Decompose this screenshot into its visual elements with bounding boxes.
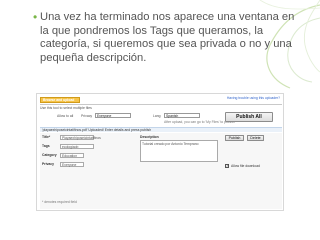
allow-all-label: Allow to all (57, 114, 74, 118)
required-field-note: * denotes required field (42, 200, 77, 204)
title-label: Title* (42, 135, 51, 139)
tags-input[interactable]: ecologiaob (60, 143, 94, 149)
dialog-header: Browse and upload files Having trouble u… (37, 94, 283, 108)
slide-body-text: Una vez ha terminado nos aparece una ven… (40, 11, 295, 64)
allow-download-label: Allow file download (231, 164, 260, 168)
category-select[interactable]: Education (60, 152, 84, 158)
category-label: Category (42, 153, 57, 157)
privacy-label: Privacy (42, 162, 55, 166)
description-textarea[interactable]: Tutorial creado por Antonio Temprano (140, 140, 218, 162)
description-label: Description (140, 135, 159, 139)
allow-download-checkbox[interactable] (225, 164, 230, 168)
tags-label: Tags (42, 144, 50, 148)
upload-status-bar: 'playaexhiposeicintatifinos.pdf' Uploade… (40, 127, 282, 132)
privacy-option-label: Privacy (81, 114, 93, 118)
upload-dialog-screenshot: Browse and upload files Having trouble u… (36, 93, 284, 211)
bullet-marker: • (33, 10, 38, 24)
multi-file-note: Use this tool to select multiple files (40, 105, 92, 110)
dialog-title-bar: Browse and upload files (40, 97, 80, 108)
upload-options-row: Allow to all Privacy Everyone Lang Spani… (57, 113, 237, 119)
privacy-option-select[interactable]: Everyone (95, 113, 131, 118)
title-input[interactable]: Playaexhiposeicintatifinos (60, 134, 101, 140)
header-divider (40, 104, 282, 105)
delete-button[interactable]: Delete (247, 135, 264, 141)
uploader-help-link[interactable]: Having trouble using this uploader? (227, 96, 280, 100)
file-details-form: Title* Playaexhiposeicintatifinos Tags e… (40, 133, 282, 209)
publish-button[interactable]: Publish (225, 135, 244, 141)
lang-select[interactable]: Spanish (164, 113, 200, 118)
publish-all-button[interactable]: Publish All (225, 112, 273, 122)
lang-label: Lang (153, 114, 161, 118)
privacy-select[interactable]: Everyone (60, 161, 84, 167)
